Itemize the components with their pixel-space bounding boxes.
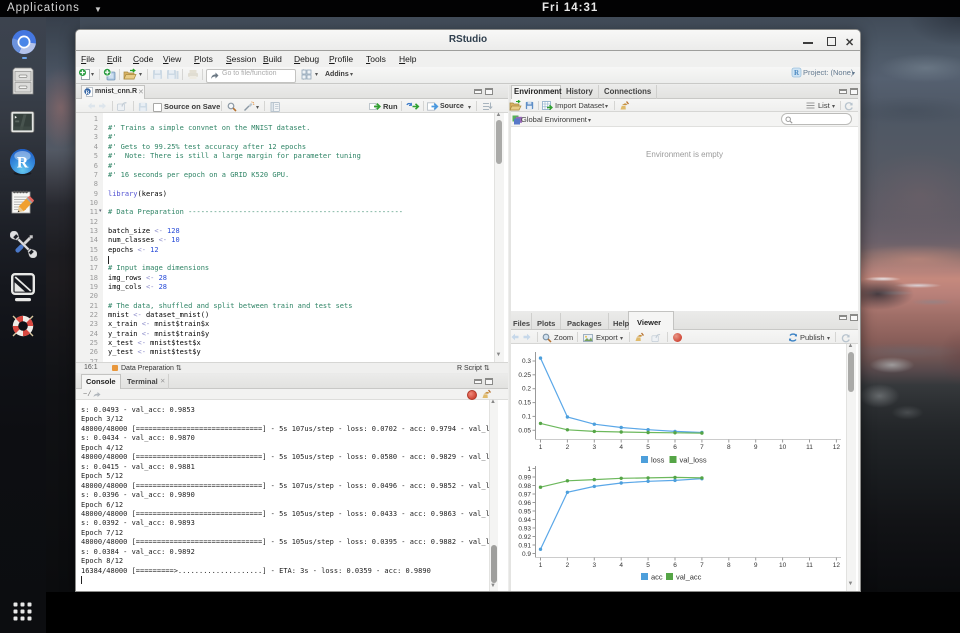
svg-text:2: 2: [566, 562, 570, 569]
svg-text:loss: loss: [651, 456, 665, 465]
svg-text:val_loss: val_loss: [680, 456, 707, 465]
svg-text:0.95: 0.95: [518, 509, 531, 516]
svg-text:0.94: 0.94: [518, 517, 531, 524]
svg-text:11: 11: [806, 444, 813, 451]
svg-text:0.25: 0.25: [518, 372, 531, 379]
svg-text:4: 4: [619, 562, 623, 569]
svg-text:6: 6: [673, 444, 677, 451]
svg-text:0.93: 0.93: [518, 526, 531, 533]
svg-text:9: 9: [754, 562, 758, 569]
svg-text:0.99: 0.99: [518, 475, 531, 482]
svg-text:6: 6: [673, 562, 677, 569]
svg-text:0.9: 0.9: [522, 551, 531, 558]
svg-text:1: 1: [527, 466, 531, 473]
svg-text:7: 7: [700, 444, 704, 451]
svg-text:5: 5: [646, 562, 650, 569]
svg-text:10: 10: [779, 444, 787, 451]
svg-text:8: 8: [727, 444, 731, 451]
svg-text:1: 1: [539, 444, 543, 451]
svg-text:R: R: [17, 155, 29, 172]
svg-text:12: 12: [833, 562, 841, 569]
svg-text:0.1: 0.1: [522, 413, 531, 420]
svg-text:0.2: 0.2: [522, 386, 531, 393]
svg-text:10: 10: [779, 562, 787, 569]
svg-text:0.97: 0.97: [518, 492, 531, 499]
svg-text:0.92: 0.92: [518, 534, 531, 541]
svg-text:0.05: 0.05: [518, 427, 531, 434]
svg-text:5: 5: [646, 444, 650, 451]
svg-text:3: 3: [592, 444, 596, 451]
svg-text:3: 3: [592, 562, 596, 569]
svg-text:8: 8: [727, 562, 731, 569]
svg-text:0.3: 0.3: [522, 358, 531, 365]
svg-text:2: 2: [566, 444, 570, 451]
svg-text:9: 9: [754, 444, 758, 451]
svg-text:0.91: 0.91: [518, 543, 531, 550]
svg-text:11: 11: [806, 562, 813, 569]
svg-text:1: 1: [539, 562, 543, 569]
svg-text:0.98: 0.98: [518, 483, 531, 490]
svg-text:acc: acc: [651, 573, 663, 582]
svg-text:val_acc: val_acc: [676, 573, 702, 582]
svg-text:12: 12: [833, 444, 841, 451]
svg-text:4: 4: [619, 444, 623, 451]
svg-text:7: 7: [700, 562, 704, 569]
svg-text:0.96: 0.96: [518, 500, 531, 507]
svg-text:0.15: 0.15: [518, 400, 531, 407]
